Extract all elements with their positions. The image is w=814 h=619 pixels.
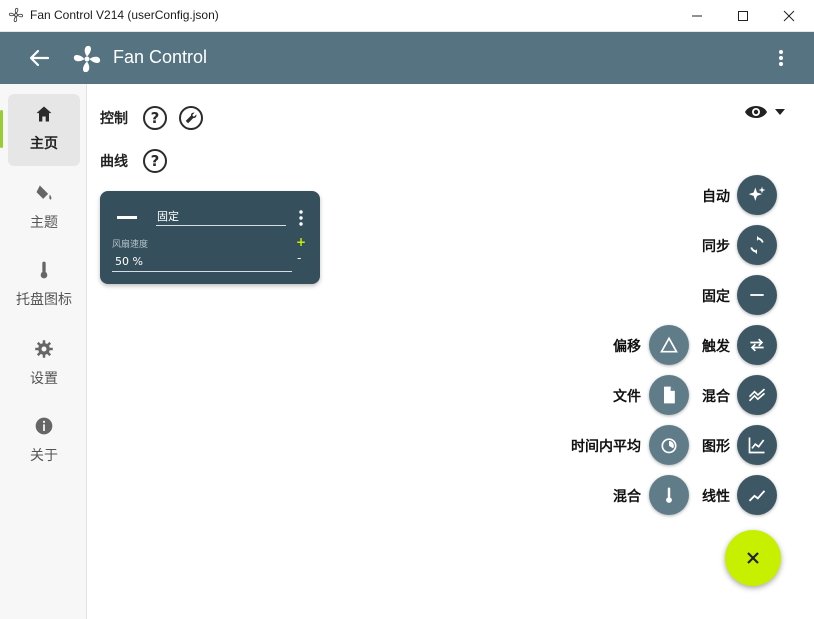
sync-icon: [750, 235, 764, 255]
curves-section-label: 曲线: [100, 154, 128, 170]
paint-bucket-icon: [36, 185, 52, 200]
more-vert-icon: [299, 210, 303, 226]
app-title: Fan Control: [113, 47, 208, 67]
app-fan-icon: [8, 7, 24, 23]
window-title-bar: Fan Control V214 (userConfig.json): [0, 0, 814, 32]
app-bar: Fan Control: [0, 32, 814, 84]
sidebar-item-label: 关于: [30, 448, 58, 464]
decrement-button[interactable]: -: [297, 251, 301, 265]
fab-trigger[interactable]: [737, 325, 777, 365]
fab-sync[interactable]: [737, 225, 777, 265]
minimize-button[interactable]: [674, 0, 720, 31]
main-fab-close[interactable]: [725, 530, 781, 586]
window-title: Fan Control V214 (userConfig.json): [30, 8, 219, 22]
timer-icon: [661, 438, 677, 454]
fab-fixed[interactable]: [737, 275, 777, 315]
wrench-icon: [185, 112, 197, 124]
visibility-toggle[interactable]: [744, 101, 788, 123]
horizontal-line-icon: [750, 294, 764, 296]
fab-label-auto: 自动: [702, 189, 730, 205]
fan-speed-value[interactable]: 50 %: [115, 255, 143, 268]
fan-speed-label: 风扇速度: [112, 240, 149, 250]
home-icon: [36, 106, 52, 122]
fab-auto[interactable]: [737, 175, 777, 215]
thermometer-icon: [666, 487, 672, 503]
trend-line-icon: [748, 490, 766, 502]
value-underline: [112, 271, 292, 272]
fab-label-graph: 图形: [702, 439, 730, 455]
gear-icon: [35, 340, 53, 358]
fab-time-average[interactable]: [649, 425, 689, 465]
card-menu-button[interactable]: [296, 209, 306, 227]
close-button[interactable]: [766, 0, 812, 31]
active-nav-indicator: [0, 110, 3, 148]
line-chart-icon: [748, 437, 765, 454]
collapse-icon[interactable]: [117, 216, 137, 219]
back-button[interactable]: [26, 46, 52, 70]
swap-arrows-icon: [750, 338, 764, 352]
arrow-left-icon: [29, 49, 50, 67]
fab-label-fixed: 固定: [702, 289, 730, 305]
fab-label-mix-sensor: 混合: [613, 489, 641, 505]
close-icon: [783, 10, 795, 21]
sidebar: 主页 主题 托盘图标 设置 关于: [0, 84, 87, 619]
fab-label-file: 文件: [613, 389, 641, 405]
sidebar-item-home[interactable]: 主页: [8, 94, 80, 166]
more-vert-icon: [779, 50, 783, 66]
fab-file[interactable]: [649, 375, 689, 415]
sidebar-item-theme[interactable]: 主题: [8, 173, 80, 245]
fab-label-time-average: 时间内平均: [571, 439, 641, 455]
increment-button[interactable]: +: [296, 235, 306, 249]
file-icon: [664, 386, 675, 404]
controls-help-button[interactable]: ?: [143, 106, 167, 130]
sparkle-icon: [748, 186, 766, 201]
sidebar-item-tray-icon[interactable]: 托盘图标: [8, 250, 80, 322]
sidebar-item-label: 主页: [30, 136, 58, 152]
fab-linear[interactable]: [737, 475, 777, 515]
fab-graph[interactable]: [737, 425, 777, 465]
curves-help-button[interactable]: ?: [143, 149, 167, 173]
eye-icon: [745, 106, 785, 118]
fab-mix[interactable]: [737, 375, 777, 415]
fab-label-mix: 混合: [702, 389, 730, 405]
triangle-icon: [660, 336, 678, 353]
sidebar-item-label: 设置: [30, 371, 58, 387]
more-options-button[interactable]: [771, 46, 791, 70]
mix-curves-icon: [748, 388, 766, 402]
fab-label-trigger: 触发: [702, 339, 730, 355]
controls-tools-button[interactable]: [179, 106, 203, 130]
sidebar-item-about[interactable]: 关于: [8, 406, 80, 478]
thermometer-icon: [40, 261, 48, 279]
maximize-button[interactable]: [720, 0, 766, 31]
fab-label-offset: 偏移: [613, 339, 641, 355]
info-icon: [35, 417, 53, 435]
card-name[interactable]: 固定: [157, 208, 179, 224]
help-icon: ?: [150, 152, 160, 170]
minimize-icon: [692, 15, 702, 16]
fixed-curve-card[interactable]: 固定 风扇速度 50 % + -: [100, 191, 320, 284]
fan-logo-icon: [73, 45, 101, 73]
help-icon: ?: [150, 109, 160, 127]
name-underline: [156, 225, 286, 226]
sidebar-item-label: 主题: [30, 215, 58, 231]
fab-offset[interactable]: [649, 325, 689, 365]
sidebar-item-settings[interactable]: 设置: [8, 329, 80, 401]
close-icon: [747, 552, 759, 564]
fab-mix-sensor[interactable]: [649, 475, 689, 515]
maximize-icon: [738, 10, 748, 21]
controls-section-label: 控制: [100, 111, 128, 127]
sidebar-item-label: 托盘图标: [16, 292, 72, 308]
fab-label-linear: 线性: [702, 489, 730, 505]
fab-label-sync: 同步: [702, 239, 730, 255]
